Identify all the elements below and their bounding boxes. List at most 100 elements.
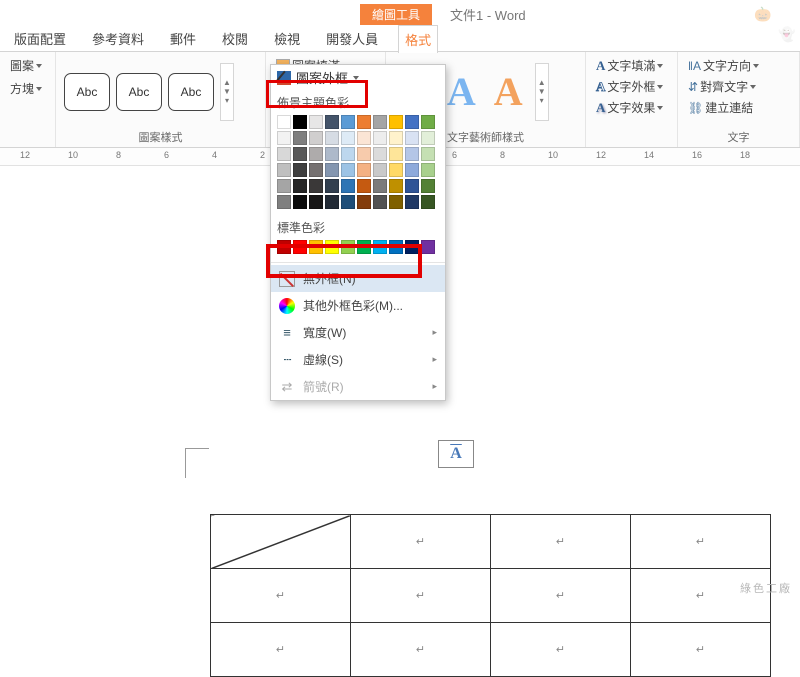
color-swatch[interactable]: [357, 163, 371, 177]
shape-style-preset[interactable]: Abc: [64, 73, 110, 111]
color-swatch[interactable]: [373, 240, 387, 254]
color-swatch[interactable]: [293, 131, 307, 145]
table-cell[interactable]: ↵: [491, 569, 631, 623]
color-swatch[interactable]: [277, 115, 291, 129]
color-swatch[interactable]: [277, 163, 291, 177]
create-link-button[interactable]: ⛓建立連結: [686, 98, 755, 117]
text-outline-button[interactable]: A文字外框: [594, 77, 665, 96]
textbox-button[interactable]: 方塊: [8, 79, 44, 98]
color-swatch[interactable]: [341, 131, 355, 145]
color-swatch[interactable]: [293, 147, 307, 161]
color-swatch[interactable]: [357, 240, 371, 254]
table-cell[interactable]: ↵: [211, 623, 351, 677]
color-swatch[interactable]: [373, 131, 387, 145]
color-swatch[interactable]: [389, 240, 403, 254]
style-gallery-scroll[interactable]: ▲▼▾: [220, 63, 234, 121]
color-swatch[interactable]: [309, 240, 323, 254]
color-swatch[interactable]: [373, 179, 387, 193]
color-swatch[interactable]: [325, 163, 339, 177]
text-effects-button[interactable]: A文字效果: [594, 98, 665, 117]
color-swatch[interactable]: [293, 115, 307, 129]
color-swatch[interactable]: [421, 240, 435, 254]
color-swatch[interactable]: [389, 163, 403, 177]
color-swatch[interactable]: [373, 115, 387, 129]
shape-style-preset[interactable]: Abc: [116, 73, 162, 111]
color-swatch[interactable]: [309, 163, 323, 177]
color-swatch[interactable]: [309, 131, 323, 145]
table-cell[interactable]: [211, 515, 351, 569]
tab-developer[interactable]: 開發人員: [320, 25, 384, 52]
table-cell[interactable]: ↵: [631, 623, 771, 677]
color-swatch[interactable]: [325, 147, 339, 161]
text-fill-button[interactable]: A文字填滿: [594, 56, 665, 75]
color-swatch[interactable]: [309, 147, 323, 161]
table-cell[interactable]: ↵: [351, 623, 491, 677]
color-swatch[interactable]: [389, 147, 403, 161]
tab-format[interactable]: 格式: [398, 25, 438, 53]
dashes-submenu[interactable]: ┄ 虛線(S) ▸: [271, 346, 445, 373]
color-swatch[interactable]: [341, 147, 355, 161]
selected-textbox[interactable]: A: [438, 440, 474, 468]
table-cell[interactable]: ↵: [351, 569, 491, 623]
wordart-preset[interactable]: A: [488, 68, 529, 115]
color-swatch[interactable]: [277, 179, 291, 193]
contextual-tool-tab[interactable]: 繪圖工具: [360, 4, 432, 25]
color-swatch[interactable]: [405, 115, 419, 129]
text-direction-button[interactable]: ‖A文字方向: [686, 56, 761, 75]
color-swatch[interactable]: [341, 240, 355, 254]
color-swatch[interactable]: [421, 179, 435, 193]
color-swatch[interactable]: [405, 163, 419, 177]
color-swatch[interactable]: [341, 179, 355, 193]
dropdown-header[interactable]: 圖案外框: [271, 65, 445, 90]
wordart-gallery-scroll[interactable]: ▲▼▾: [535, 63, 549, 121]
tab-layout[interactable]: 版面配置: [8, 25, 72, 52]
tab-mailings[interactable]: 郵件: [164, 25, 202, 52]
color-swatch[interactable]: [357, 131, 371, 145]
no-outline-item[interactable]: 無外框(N): [271, 265, 445, 292]
weight-submenu[interactable]: ≡ 寬度(W) ▸: [271, 319, 445, 346]
color-swatch[interactable]: [389, 179, 403, 193]
more-outline-colors-item[interactable]: 其他外框色彩(M)...: [271, 292, 445, 319]
color-swatch[interactable]: [389, 195, 403, 209]
table-cell[interactable]: ↵: [491, 623, 631, 677]
document-table[interactable]: ↵↵↵ ↵↵↵↵ ↵↵↵↵: [210, 514, 771, 677]
color-swatch[interactable]: [405, 131, 419, 145]
table-cell[interactable]: ↵: [491, 515, 631, 569]
color-swatch[interactable]: [405, 240, 419, 254]
color-swatch[interactable]: [325, 115, 339, 129]
color-swatch[interactable]: [277, 195, 291, 209]
color-swatch[interactable]: [309, 179, 323, 193]
color-swatch[interactable]: [325, 240, 339, 254]
table-cell[interactable]: ↵: [631, 515, 771, 569]
color-swatch[interactable]: [389, 131, 403, 145]
color-swatch[interactable]: [293, 163, 307, 177]
color-swatch[interactable]: [325, 179, 339, 193]
color-swatch[interactable]: [357, 147, 371, 161]
color-swatch[interactable]: [357, 195, 371, 209]
color-swatch[interactable]: [293, 179, 307, 193]
tab-review[interactable]: 校閱: [216, 25, 254, 52]
color-swatch[interactable]: [309, 115, 323, 129]
color-swatch[interactable]: [357, 179, 371, 193]
color-swatch[interactable]: [421, 115, 435, 129]
table-cell[interactable]: ↵: [351, 515, 491, 569]
color-swatch[interactable]: [341, 115, 355, 129]
tab-references[interactable]: 參考資料: [86, 25, 150, 52]
shapes-button[interactable]: 圖案: [8, 56, 44, 75]
color-swatch[interactable]: [389, 115, 403, 129]
color-swatch[interactable]: [357, 115, 371, 129]
color-swatch[interactable]: [405, 147, 419, 161]
color-swatch[interactable]: [277, 131, 291, 145]
color-swatch[interactable]: [277, 240, 291, 254]
color-swatch[interactable]: [341, 163, 355, 177]
color-swatch[interactable]: [341, 195, 355, 209]
color-swatch[interactable]: [293, 195, 307, 209]
table-cell[interactable]: ↵: [211, 569, 351, 623]
color-swatch[interactable]: [405, 195, 419, 209]
color-swatch[interactable]: [373, 195, 387, 209]
color-swatch[interactable]: [421, 163, 435, 177]
color-swatch[interactable]: [421, 195, 435, 209]
tab-view[interactable]: 檢視: [268, 25, 306, 52]
color-swatch[interactable]: [421, 147, 435, 161]
wordart-preset[interactable]: A: [441, 68, 482, 115]
